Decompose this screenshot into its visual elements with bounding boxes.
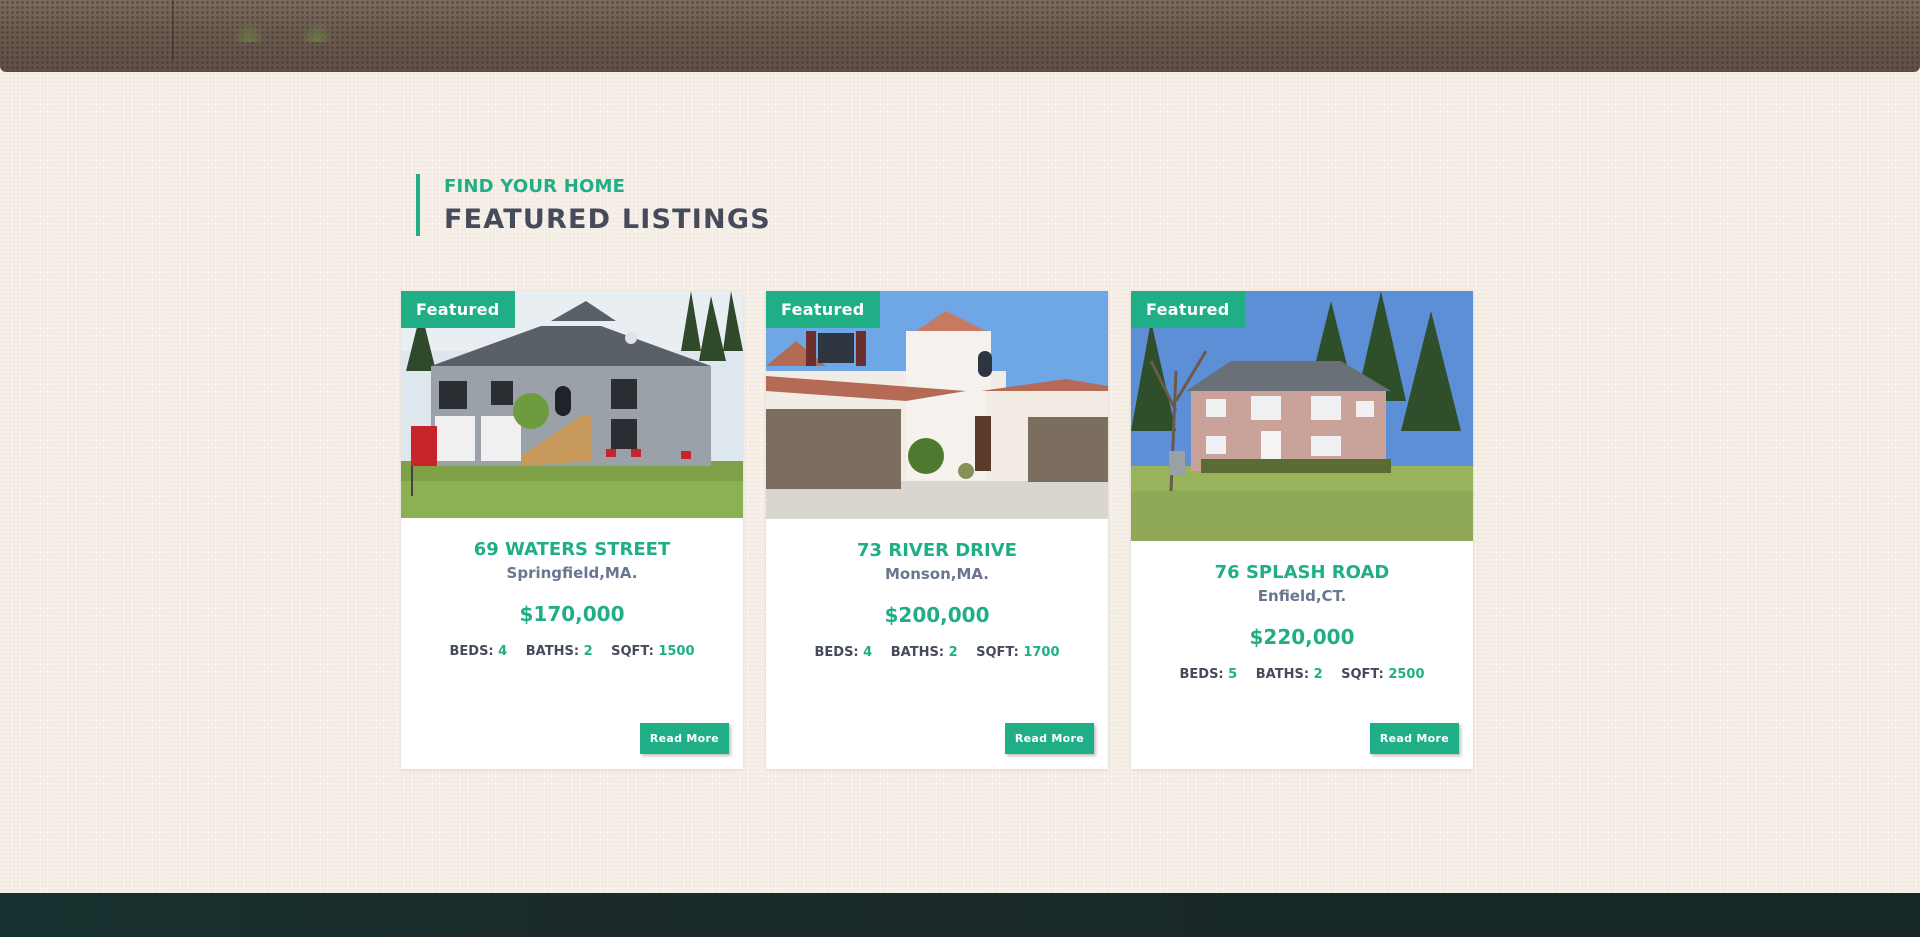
beds-spec: BEDS: 4 [449, 644, 507, 659]
sqft-value: 1700 [1023, 645, 1060, 660]
listing-photo[interactable]: Featured [401, 291, 743, 518]
baths-spec: BATHS: 2 [526, 644, 593, 659]
beds-label: BEDS: [1179, 667, 1224, 682]
sqft-value: 1500 [658, 644, 695, 659]
listing-card[interactable]: Featured 73 RIVER DRIVE Monson,MA. $200,… [766, 291, 1108, 769]
beds-label: BEDS: [449, 644, 494, 659]
listing-price: $170,000 [519, 602, 625, 626]
baths-label: BATHS: [525, 644, 580, 659]
hero-grass-tuft [300, 20, 334, 42]
baths-spec: BATHS: 2 [891, 645, 958, 660]
footer-background-texture [160, 911, 320, 931]
beds-spec: BEDS: 5 [1179, 667, 1237, 682]
beds-spec: BEDS: 4 [814, 645, 872, 660]
featured-badge: Featured [1131, 291, 1245, 328]
beds-value: 4 [498, 644, 508, 659]
listing-city: Springfield,MA. [506, 564, 638, 582]
listing-price: $200,000 [884, 603, 990, 627]
listing-address[interactable]: 76 SPLASH ROAD [1131, 562, 1473, 584]
baths-spec: BATHS: 2 [1256, 667, 1323, 682]
read-more-button[interactable]: Read More [639, 723, 729, 754]
section-heading: FIND YOUR HOME FEATURED LISTINGS [416, 174, 771, 236]
sqft-label: SQFT: [611, 644, 654, 659]
listing-specs: BEDS: 4 BATHS: 2 SQFT: 1500 [401, 644, 743, 659]
listing-address[interactable]: 73 RIVER DRIVE [766, 540, 1108, 562]
sqft-label: SQFT: [1341, 667, 1384, 682]
hero-banner-image [0, 0, 1920, 72]
section-title: FEATURED LISTINGS [444, 204, 771, 235]
listing-photo[interactable]: Featured [766, 291, 1108, 519]
sqft-label: SQFT: [976, 645, 1019, 660]
section-kicker: FIND YOUR HOME [444, 176, 626, 197]
baths-value: 2 [948, 645, 958, 660]
listing-city: Monson,MA. [884, 565, 990, 583]
baths-label: BATHS: [1255, 667, 1310, 682]
hero-grass-tuft [232, 20, 266, 42]
baths-value: 2 [1313, 667, 1323, 682]
sqft-spec: SQFT: 1700 [976, 645, 1059, 660]
beds-label: BEDS: [814, 645, 859, 660]
listing-price: $220,000 [1249, 625, 1355, 649]
listing-city: Enfield,CT. [1257, 587, 1347, 605]
listing-address[interactable]: 69 WATERS STREET [401, 539, 743, 561]
hero-pavement-crack [172, 0, 174, 60]
baths-label: BATHS: [890, 645, 945, 660]
listing-card[interactable]: Featured 76 SPLASH ROAD Enfield,CT. $220… [1131, 291, 1473, 769]
listing-specs: BEDS: 4 BATHS: 2 SQFT: 1700 [766, 645, 1108, 660]
beds-value: 4 [863, 645, 873, 660]
read-more-button[interactable]: Read More [1369, 723, 1459, 754]
sqft-value: 2500 [1388, 667, 1425, 682]
read-more-button[interactable]: Read More [1004, 723, 1094, 754]
beds-value: 5 [1228, 667, 1238, 682]
house-photo-3 [1131, 291, 1473, 541]
listing-specs: BEDS: 5 BATHS: 2 SQFT: 2500 [1131, 667, 1473, 682]
featured-badge: Featured [401, 291, 515, 328]
featured-badge: Featured [766, 291, 880, 328]
listing-card[interactable]: Featured 69 WATERS STREET Springfield,MA… [401, 291, 743, 769]
baths-value: 2 [583, 644, 593, 659]
footer-section [0, 893, 1920, 937]
sqft-spec: SQFT: 2500 [1341, 667, 1424, 682]
sqft-spec: SQFT: 1500 [611, 644, 694, 659]
listing-photo[interactable]: Featured [1131, 291, 1473, 541]
